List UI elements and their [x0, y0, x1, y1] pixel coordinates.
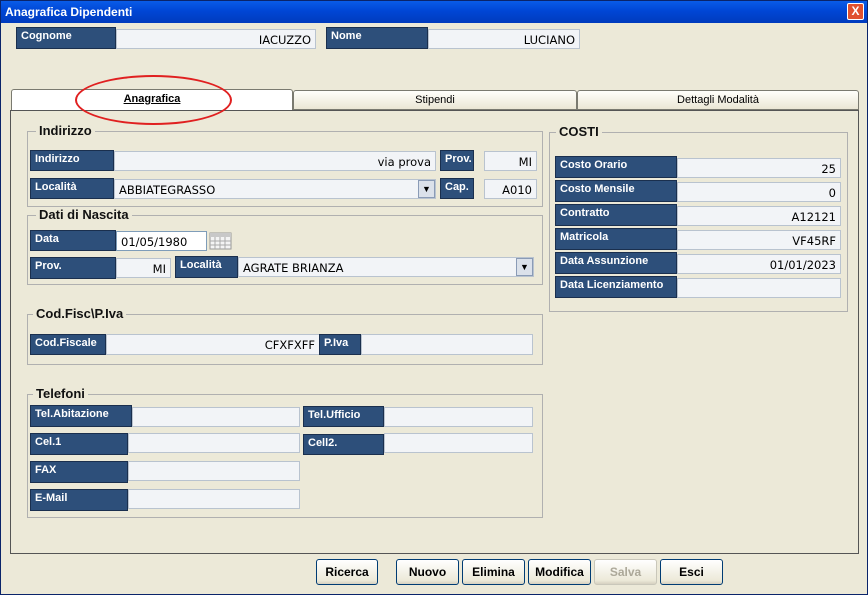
prov-nascita-label: Prov.: [30, 257, 116, 279]
data-licenziamento-label: Data Licenziamento: [555, 276, 677, 298]
cap-label: Cap.: [440, 178, 474, 199]
esci-button[interactable]: Esci: [660, 559, 723, 585]
nome-label: Nome: [326, 27, 428, 49]
telefoni-group-title: Telefoni: [33, 386, 88, 401]
tab-dettagli-modalita[interactable]: Dettagli Modalità: [577, 90, 859, 110]
costi-group-title: COSTI: [556, 124, 602, 139]
prov-field[interactable]: MI: [484, 151, 537, 171]
nascita-group-title: Dati di Nascita: [36, 207, 132, 222]
prov-label: Prov.: [440, 150, 474, 171]
cognome-field[interactable]: IACUZZO: [116, 29, 316, 49]
piva-field[interactable]: [361, 334, 533, 355]
cel1-field[interactable]: [128, 433, 300, 453]
indirizzo-label: Indirizzo: [30, 150, 114, 171]
title-bar: Anagrafica Dipendenti X: [1, 1, 867, 23]
window-title: Anagrafica Dipendenti: [5, 5, 133, 19]
fax-field[interactable]: [128, 461, 300, 481]
indirizzo-group-title: Indirizzo: [36, 123, 95, 138]
localita-label: Località: [30, 178, 114, 199]
elimina-button[interactable]: Elimina: [462, 559, 525, 585]
tel-ufficio-field[interactable]: [384, 407, 533, 427]
localita-dropdown[interactable]: ABBIATEGRASSO: [114, 179, 436, 199]
tab-stipendi[interactable]: Stipendi: [293, 90, 577, 110]
costo-orario-label: Costo Orario: [555, 156, 677, 178]
piva-label: P.Iva: [319, 334, 361, 355]
tel-ufficio-label: Tel.Ufficio: [303, 406, 384, 427]
data-assunzione-label: Data Assunzione: [555, 252, 677, 274]
tel-abitazione-label: Tel.Abitazione: [30, 405, 132, 427]
codfiscale-field[interactable]: CFXFXFF: [106, 334, 320, 355]
email-label: E-Mail: [30, 489, 128, 511]
contratto-field[interactable]: A12121: [677, 206, 841, 226]
data-licenziamento-field[interactable]: [677, 278, 841, 298]
prov-nascita-field[interactable]: MI: [116, 258, 171, 278]
fiscale-group-title: Cod.Fisc\P.Iva: [33, 306, 127, 321]
costo-orario-field[interactable]: 25: [677, 158, 841, 178]
data-assunzione-field[interactable]: 01/01/2023: [677, 254, 841, 274]
cap-field[interactable]: A010: [484, 179, 537, 199]
chevron-down-icon[interactable]: ▼: [418, 180, 435, 198]
localita-nascita-label: Località: [175, 256, 238, 278]
localita-nascita-dropdown[interactable]: AGRATE BRIANZA: [238, 257, 534, 277]
matricola-field[interactable]: VF45RF: [677, 230, 841, 250]
salva-button[interactable]: Salva: [594, 559, 657, 585]
matricola-label: Matricola: [555, 228, 677, 250]
fax-label: FAX: [30, 461, 128, 483]
highlight-circle: [75, 75, 232, 125]
nome-field[interactable]: LUCIANO: [428, 29, 580, 49]
data-nascita-field[interactable]: 01/05/1980: [116, 231, 207, 251]
nuovo-button[interactable]: Nuovo: [396, 559, 459, 585]
ricerca-button[interactable]: Ricerca: [316, 559, 378, 585]
cel1-label: Cel.1: [30, 433, 128, 455]
main-window: Anagrafica Dipendenti X Cognome IACUZZO …: [0, 0, 868, 595]
tel-abitazione-field[interactable]: [132, 407, 300, 427]
modifica-button[interactable]: Modifica: [528, 559, 591, 585]
cognome-label: Cognome: [16, 27, 116, 49]
email-field[interactable]: [128, 489, 300, 509]
codfiscale-label: Cod.Fiscale: [30, 334, 106, 355]
contratto-label: Contratto: [555, 204, 677, 226]
cel2-field[interactable]: [384, 433, 533, 453]
close-button[interactable]: X: [847, 3, 864, 20]
calendar-icon[interactable]: [209, 232, 232, 250]
costo-mensile-label: Costo Mensile: [555, 180, 677, 202]
cel2-label: Cell2.: [303, 434, 384, 455]
data-label: Data: [30, 230, 116, 251]
chevron-down-icon[interactable]: ▼: [516, 258, 533, 276]
indirizzo-field[interactable]: via prova: [114, 151, 436, 171]
costo-mensile-field[interactable]: 0: [677, 182, 841, 202]
